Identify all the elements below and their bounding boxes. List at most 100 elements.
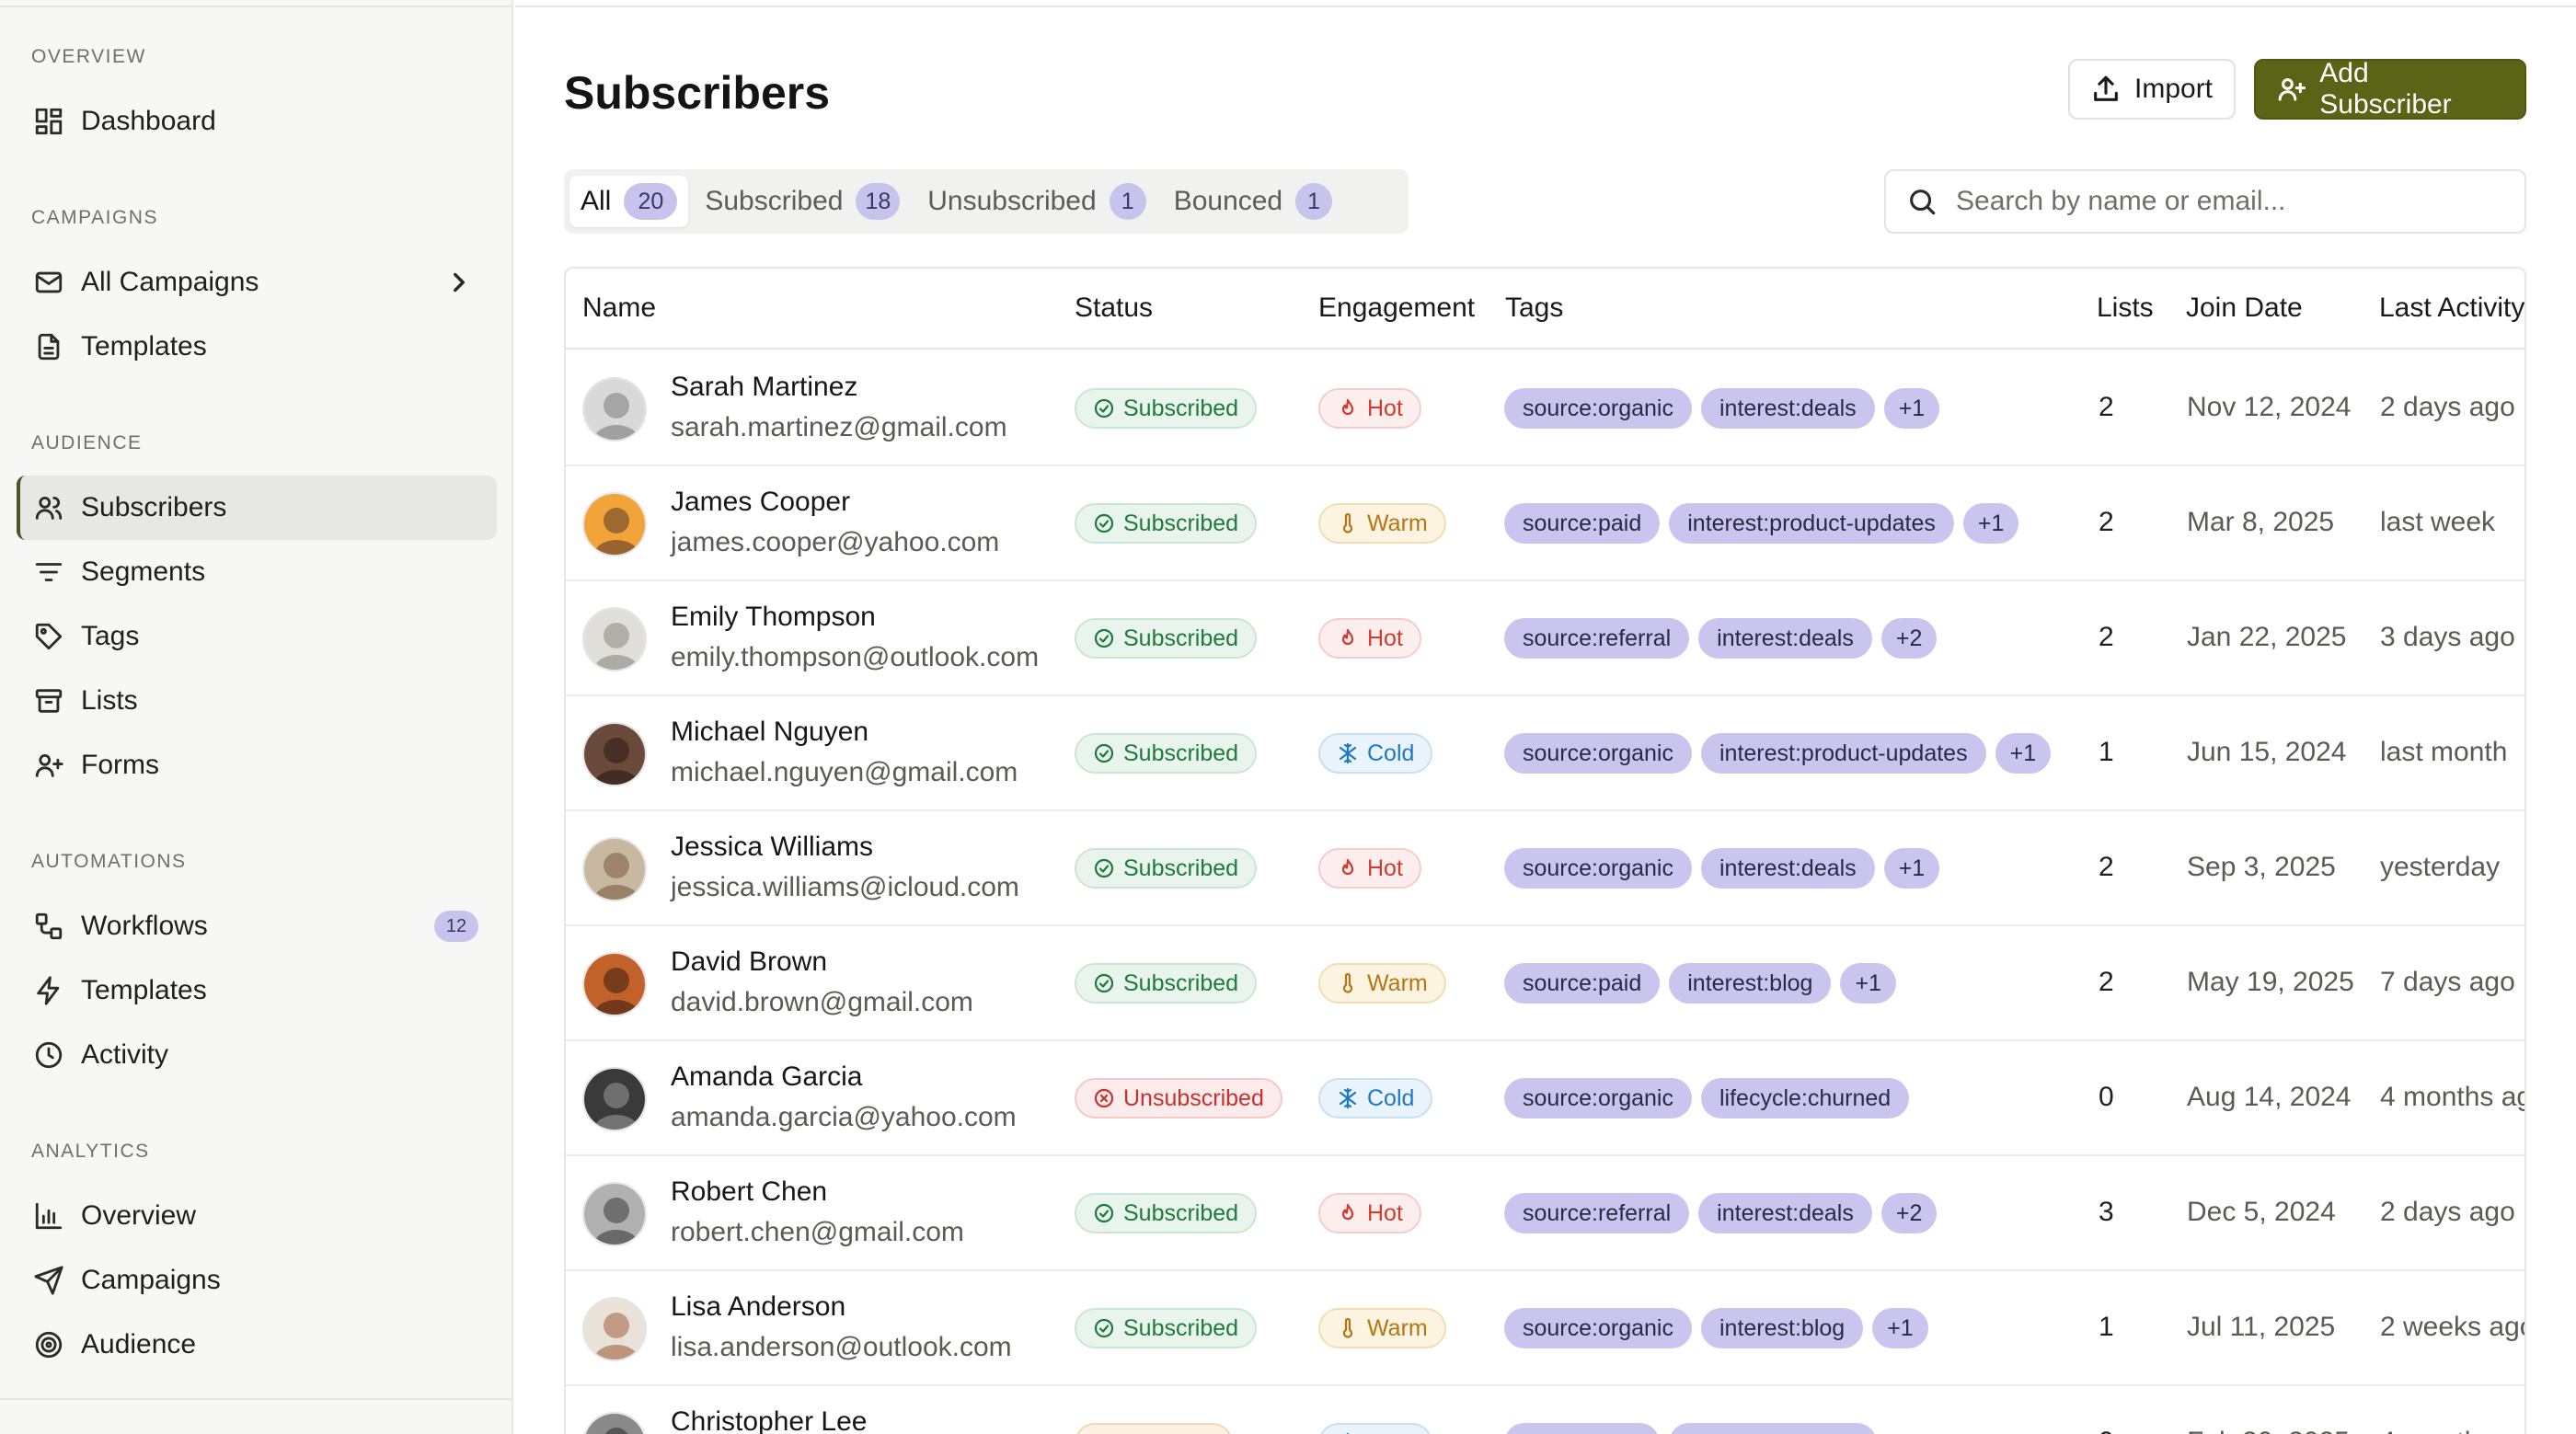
tag-chip[interactable]: interest:deals xyxy=(1700,388,1875,429)
join-date: Feb 20, 2025 xyxy=(2187,1427,2350,1434)
table-header: Name Status Engagement Tags Lists Join D… xyxy=(566,269,2524,350)
sidebar-item-automation-templates[interactable]: Templates xyxy=(17,958,497,1023)
tab-unsubscribed[interactable]: Unsubscribed 1 xyxy=(916,176,1156,227)
tag-overflow-count[interactable]: +1 xyxy=(1995,733,2052,774)
tag-chip[interactable]: interest:deals xyxy=(1698,1193,1872,1233)
tag-overflow-count[interactable]: +1 xyxy=(1883,848,1940,889)
column-header-tags[interactable]: Tags xyxy=(1505,293,1563,324)
sidebar-item-analytics-overview[interactable]: Overview xyxy=(17,1184,497,1248)
tag-chip[interactable]: source:paid xyxy=(1504,963,1661,1004)
tag-chip[interactable]: source:organic xyxy=(1504,848,1692,889)
tag-chip[interactable]: interest:deals xyxy=(1700,848,1875,889)
table-row[interactable]: Michael Nguyen michael.nguyen@gmail.com Su… xyxy=(566,696,2524,811)
tab-label: Subscribed xyxy=(705,186,844,216)
search-icon xyxy=(1910,189,1936,215)
sidebar-item-lists[interactable]: Lists xyxy=(17,669,497,733)
engagement-label: Hot xyxy=(1367,395,1403,421)
table-row[interactable]: Sarah Martinez sarah.martinez@gmail.com Su… xyxy=(566,351,2524,466)
subscriber-name[interactable]: Lisa Anderson xyxy=(671,1291,845,1323)
sidebar-item-forms[interactable]: Forms xyxy=(17,733,497,797)
tag-chip[interactable]: source:organic xyxy=(1504,388,1692,429)
search-input[interactable] xyxy=(1956,186,2490,217)
main-top-border xyxy=(515,0,2576,7)
add-subscriber-button[interactable]: Add Subscriber xyxy=(2254,58,2526,120)
table-row[interactable]: Christopher Lee Bounced Cold source:paid lif… xyxy=(566,1386,2524,1434)
join-date: Nov 12, 2024 xyxy=(2187,392,2352,422)
tag-overflow-count[interactable]: +2 xyxy=(1880,618,1938,659)
column-header-engagement[interactable]: Engagement xyxy=(1318,293,1475,324)
chevron-right-icon[interactable] xyxy=(443,267,475,298)
avatar xyxy=(582,377,647,442)
column-header-lists[interactable]: Lists xyxy=(2097,293,2154,324)
table-row[interactable]: Emily Thompson emily.thompson@outlook.com… xyxy=(566,581,2524,696)
subscriber-name[interactable]: Emily Thompson xyxy=(671,602,876,633)
status-badge: Subscribed xyxy=(1075,1308,1258,1348)
tag-chip[interactable]: source:referral xyxy=(1504,618,1690,659)
sidebar-item-segments[interactable]: Segments xyxy=(17,540,497,604)
tag-chip[interactable]: source:paid xyxy=(1504,1423,1661,1434)
subscriber-email: michael.nguyen@gmail.com xyxy=(671,757,1018,787)
tag-chip[interactable]: interest:product-updates xyxy=(1700,733,1986,774)
tag-chip[interactable]: lifecycle:churned xyxy=(1700,1078,1910,1119)
subscriber-name[interactable]: James Cooper xyxy=(671,487,850,518)
sidebar-item-workflows[interactable]: Workflows 12 xyxy=(17,894,497,958)
subscriber-name[interactable]: David Brown xyxy=(671,946,827,978)
lists-count: 2 xyxy=(2099,392,2114,422)
last-activity: 4 months ago xyxy=(2380,1427,2524,1434)
sidebar-item-tags[interactable]: Tags xyxy=(17,604,497,669)
tag-overflow-count[interactable]: +1 xyxy=(1872,1308,1928,1348)
section-title-overview: OVERVIEW xyxy=(31,46,146,67)
last-activity: 3 days ago xyxy=(2380,622,2515,652)
tag-chip[interactable]: lifecycle:churned xyxy=(1669,1423,1878,1434)
avatar xyxy=(582,952,647,1016)
search-box[interactable] xyxy=(1884,169,2526,234)
tag-chip[interactable]: source:organic xyxy=(1504,1308,1692,1348)
tag-chip[interactable]: interest:blog xyxy=(1700,1308,1864,1348)
column-header-last-activity[interactable]: Last Activity xyxy=(2379,293,2524,324)
subscriber-name[interactable]: Sarah Martinez xyxy=(671,372,857,403)
tag-chip[interactable]: source:referral xyxy=(1504,1193,1690,1233)
lists-count: 1 xyxy=(2099,1312,2114,1342)
sidebar-item-analytics-campaigns[interactable]: Campaigns xyxy=(17,1248,497,1313)
tab-subscribed[interactable]: Subscribed 18 xyxy=(694,176,911,227)
subscriber-name[interactable]: Robert Chen xyxy=(671,1176,827,1208)
tag-chip[interactable]: source:paid xyxy=(1504,503,1661,544)
column-header-name[interactable]: Name xyxy=(582,293,656,324)
tag-chip[interactable]: source:organic xyxy=(1504,1078,1692,1119)
table-row[interactable]: Lisa Anderson lisa.anderson@outlook.com Su… xyxy=(566,1271,2524,1386)
import-button[interactable]: Import xyxy=(2068,59,2236,120)
table-row[interactable]: Robert Chen robert.chen@gmail.com Subscrib… xyxy=(566,1156,2524,1271)
target-icon xyxy=(31,1327,66,1362)
tag-chip[interactable]: interest:blog xyxy=(1669,963,1832,1004)
sidebar-item-campaign-templates[interactable]: Templates xyxy=(17,315,497,379)
flame-icon xyxy=(1337,857,1367,879)
section-title-campaigns: CAMPAIGNS xyxy=(31,207,158,228)
tag-overflow-count[interactable]: +1 xyxy=(1883,388,1940,429)
subscriber-name[interactable]: Jessica Williams xyxy=(671,832,873,863)
tag-list: source:paid interest:blog +1 xyxy=(1504,963,1905,1004)
sidebar-item-activity[interactable]: Activity xyxy=(17,1023,497,1087)
tag-chip[interactable]: interest:deals xyxy=(1698,618,1872,659)
tag-overflow-count[interactable]: +1 xyxy=(1962,503,2019,544)
tag-chip[interactable]: interest:product-updates xyxy=(1669,503,1954,544)
column-header-status[interactable]: Status xyxy=(1075,293,1153,324)
subscriber-name[interactable]: Amanda Garcia xyxy=(671,1061,862,1093)
sidebar-item-all-campaigns[interactable]: All Campaigns xyxy=(17,250,497,315)
table-row[interactable]: James Cooper james.cooper@yahoo.com Subscr… xyxy=(566,466,2524,581)
tag-overflow-count[interactable]: +2 xyxy=(1880,1193,1938,1233)
subscriber-name[interactable]: Christopher Lee xyxy=(671,1406,867,1434)
tag-chip[interactable]: source:organic xyxy=(1504,733,1692,774)
tag-overflow-count[interactable]: +1 xyxy=(1840,963,1896,1004)
table-row[interactable]: Amanda Garcia amanda.garcia@yahoo.com Unsu… xyxy=(566,1041,2524,1156)
table-row[interactable]: David Brown david.brown@gmail.com Subscrib… xyxy=(566,926,2524,1041)
status-badge: Unsubscribed xyxy=(1075,1078,1282,1119)
status-label: Subscribed xyxy=(1123,740,1239,766)
subscriber-name[interactable]: Michael Nguyen xyxy=(671,717,868,748)
table-row[interactable]: Jessica Williams jessica.williams@icloud.… xyxy=(566,811,2524,926)
column-header-join-date[interactable]: Join Date xyxy=(2186,293,2303,324)
tab-all[interactable]: All 20 xyxy=(569,176,689,227)
tab-bounced[interactable]: Bounced 1 xyxy=(1163,176,1343,227)
sidebar-item-subscribers[interactable]: Subscribers xyxy=(17,476,497,540)
sidebar-item-analytics-audience[interactable]: Audience xyxy=(17,1313,497,1377)
sidebar-item-dashboard[interactable]: Dashboard xyxy=(17,89,497,154)
